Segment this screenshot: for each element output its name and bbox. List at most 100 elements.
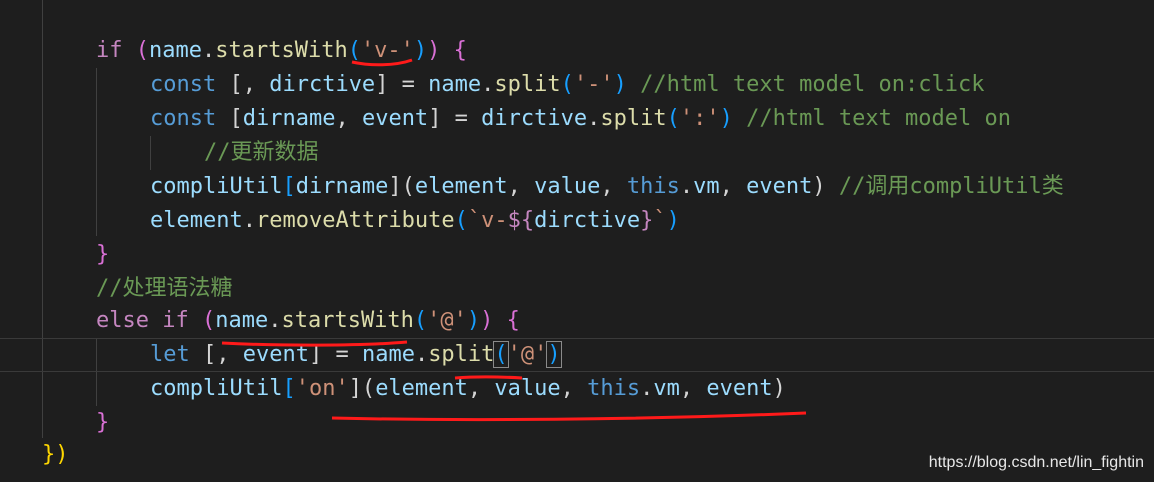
punct: , [560,376,588,401]
dot: . [242,208,256,233]
identifier: event [706,376,773,401]
paren: ) [427,38,441,63]
punct: ] = [308,342,362,367]
identifier: compliUtil [150,376,283,401]
paren: ) [666,208,680,233]
keyword: this [626,174,680,199]
punct: , [335,106,362,131]
code-line-6[interactable]: element.removeAttribute(`v-${dirctive}`) [150,204,680,238]
red-underline-annotation [331,411,807,422]
paren: ) [480,308,494,333]
brace: } [96,242,110,267]
paren: ( [135,38,149,63]
matched-paren: ) [546,341,562,368]
identifier: dirname [295,174,389,199]
comment: //html text model on [732,106,1012,131]
dot: . [201,38,216,63]
string: '-' [573,72,614,97]
punct: , [600,174,627,199]
punct: [, [189,342,243,367]
punct: ) [812,174,826,199]
comment: //html text model on:click [626,72,985,97]
identifier: vm [693,174,720,199]
identifier: name [215,308,269,333]
paren: ( [560,72,574,97]
code-editor[interactable]: if (name.startsWith('v-')) { const [, di… [0,0,1154,482]
paren: ( [666,106,680,131]
string: ':' [679,106,720,131]
keyword: this [587,376,641,401]
indent-guide [96,68,97,236]
code-line-7[interactable]: } [96,238,109,272]
comment: //调用compliUtil类 [825,174,1064,199]
punct: ] = [375,72,429,97]
template-brace: ${ [507,208,535,233]
code-line-10[interactable]: let [, event] = name.split('@') [150,338,562,372]
identifier: element [414,174,508,199]
method: split [428,342,495,367]
string: 'on' [295,376,349,401]
string: '@' [427,308,467,333]
code-line-9[interactable]: else if (name.startsWith('@')) { [96,304,520,338]
method: startsWith [215,38,348,63]
identifier: dirname [242,106,336,131]
identifier: event [746,174,813,199]
identifier: element [375,376,468,401]
brace: } [42,442,56,467]
indent-guide [42,0,43,438]
dot: . [640,376,654,401]
paren: ) [719,106,733,131]
punct: , [507,174,535,199]
brace: { [453,38,467,63]
identifier: name [428,72,482,97]
matched-paren: ( [493,341,509,368]
code-line-1[interactable]: if (name.startsWith('v-')) { [96,34,467,68]
dot: . [679,174,694,199]
keyword: if [148,308,189,333]
code-line-13[interactable]: }) [42,438,69,472]
dot: . [268,308,282,333]
identifier: element [150,208,243,233]
identifier: dirctive [481,106,588,131]
punct: , [467,376,495,401]
keyword: let [150,342,190,367]
identifier: value [534,174,601,199]
string: 'v-' [360,38,414,63]
code-line-2[interactable]: const [, dirctive] = name.split('-') //h… [150,68,985,102]
string: '@' [507,342,548,367]
code-line-3[interactable]: const [dirname, event] = dirctive.split(… [150,102,1011,136]
identifier: event [361,106,429,131]
indent-guide [96,338,97,406]
identifier: name [149,38,202,63]
punct: , [679,376,707,401]
brace: } [96,410,110,435]
code-line-12[interactable]: } [96,406,109,440]
string: `v- [467,208,508,233]
punct: ) [772,376,786,401]
keyword: const [150,72,217,97]
punct: [, [216,72,270,97]
code-line-5[interactable]: compliUtil[dirname](element, value, this… [150,170,1064,204]
dot: . [587,106,601,131]
watermark: https://blog.csdn.net/lin_fightin [928,454,1144,471]
code-line-8[interactable]: //处理语法糖 [96,272,233,306]
paren: ( [413,308,428,333]
code-line-11[interactable]: compliUtil['on'](element, value, this.vm… [150,372,786,406]
identifier: dirctive [534,208,641,233]
paren: ( [201,308,216,333]
punct: ]( [388,174,415,199]
punct: [ [216,106,243,131]
paren: ) [413,38,428,63]
template-brace: } [640,208,654,233]
dot: . [481,72,495,97]
punct: ] = [428,106,482,131]
identifier: name [361,342,415,367]
paren: ) [466,308,481,333]
method: removeAttribute [255,208,455,233]
paren: ) [55,442,69,467]
bracket: [ [282,174,296,199]
code-line-4[interactable]: //更新数据 [204,136,319,170]
